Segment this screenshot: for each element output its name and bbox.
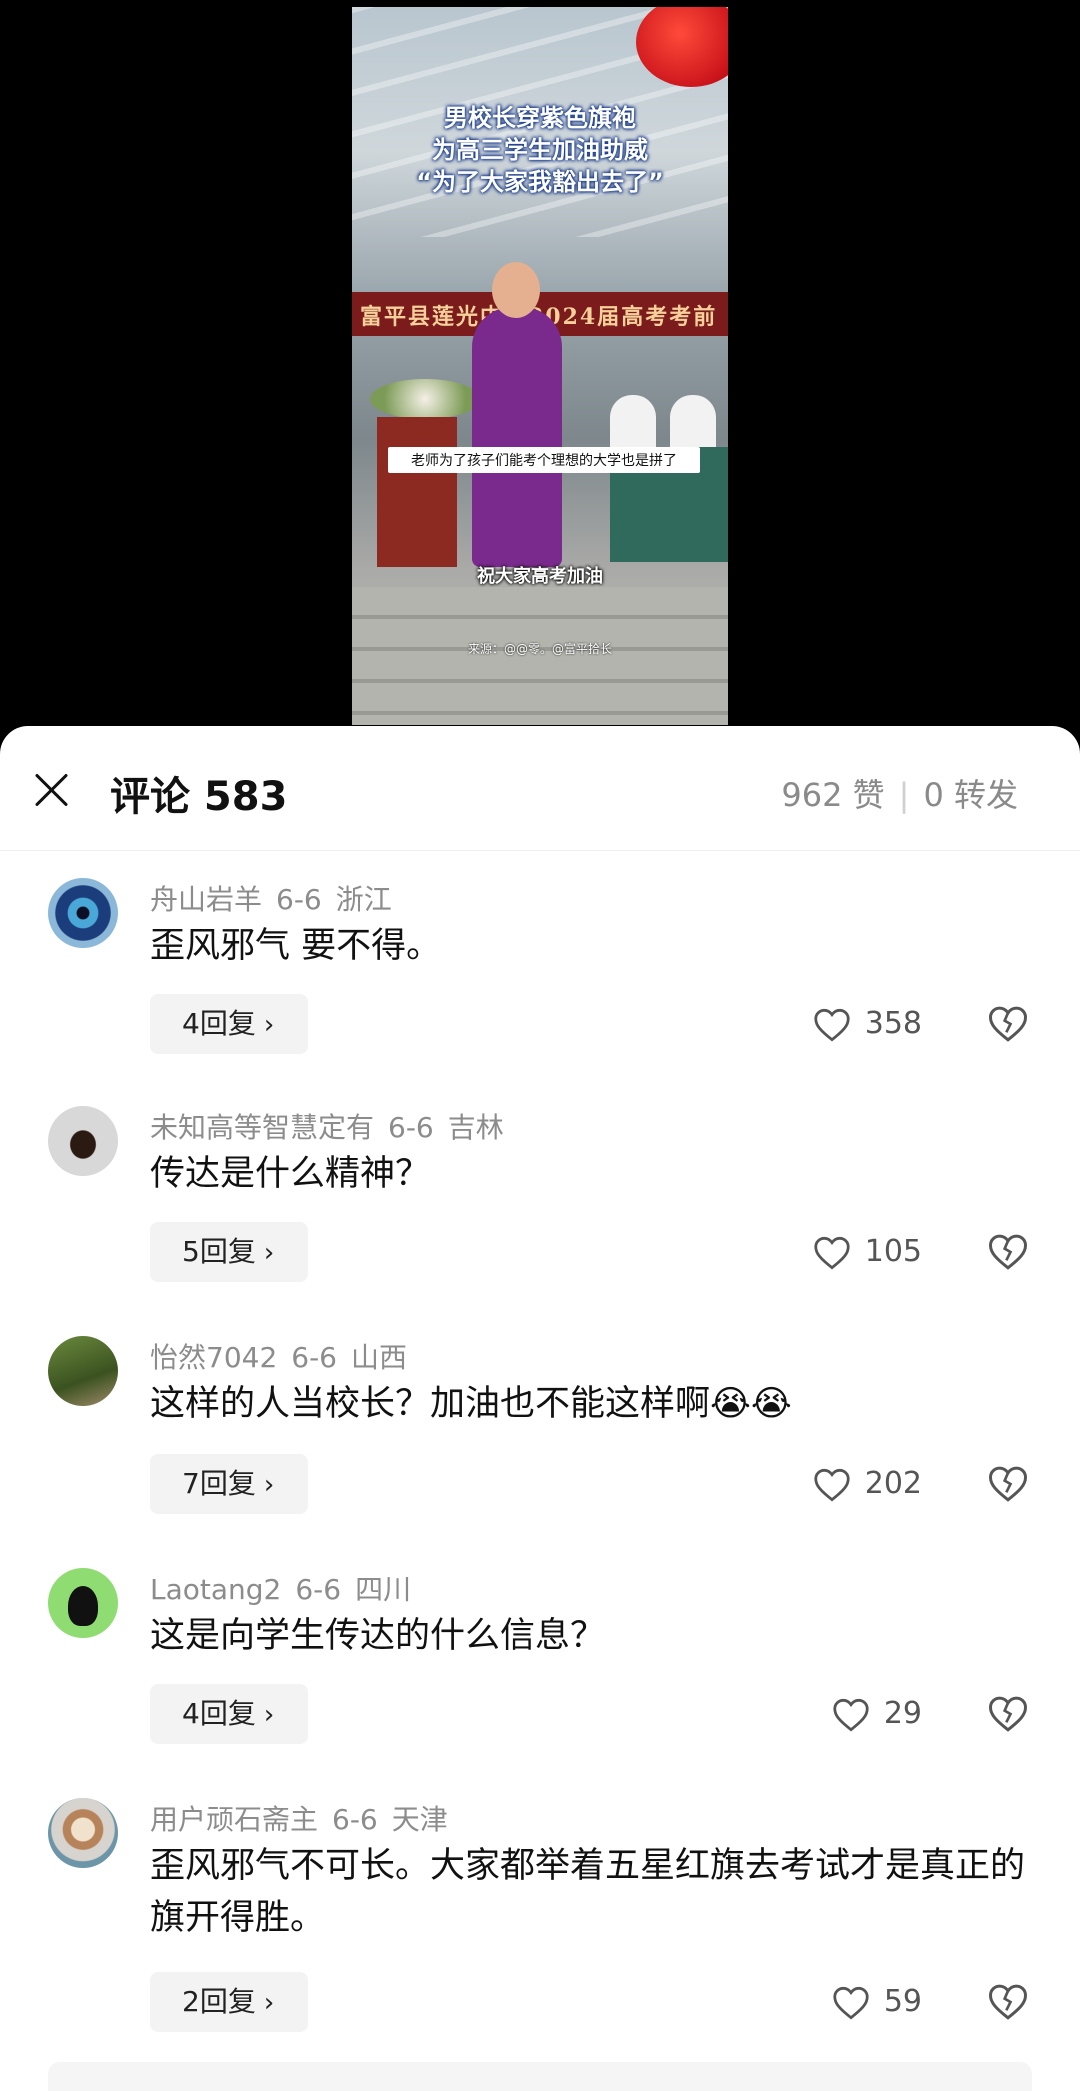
like-count: 202 xyxy=(864,1466,922,1501)
comment-location: 浙江 xyxy=(335,883,392,916)
likes-count: 962 赞 xyxy=(781,776,885,814)
comment-meta: 怡然7042 6-6 山西 xyxy=(150,1336,421,1376)
broken-heart-icon[interactable] xyxy=(988,1232,1028,1272)
chevron-right-icon: › xyxy=(263,1700,275,1730)
video-title-overlay: 男校长穿紫色旗袍 为高三学生加油助威 “为了大家我豁出去了” xyxy=(352,102,728,198)
principal-figure xyxy=(472,307,562,567)
comment-username[interactable]: 未知高等智慧定有 xyxy=(150,1111,374,1144)
like-button[interactable]: 29 xyxy=(832,1684,922,1744)
replies-label: 4回复 xyxy=(182,1007,256,1040)
shares-count: 0 转发 xyxy=(923,776,1018,814)
comments-header: 评论 583 962 赞 | 0 转发 xyxy=(0,726,1080,851)
video-source-credit: 来源：@@零。@富平拾长 xyxy=(467,642,612,656)
flower-arrangement xyxy=(370,379,480,419)
heart-icon xyxy=(814,1008,850,1041)
comment-item: Laotang2 6-6 四川 这是向学生传达的什么信息？ 4回复 › 29 xyxy=(0,1540,1080,1770)
heart-icon xyxy=(814,1468,850,1501)
comment-date: 6-6 xyxy=(388,1111,434,1144)
like-button[interactable]: 59 xyxy=(832,1972,922,2032)
like-button[interactable]: 202 xyxy=(813,1454,922,1514)
like-button[interactable]: 358 xyxy=(813,994,922,1054)
comment-meta: 舟山岩羊 6-6 浙江 xyxy=(150,878,406,918)
next-comment-peek xyxy=(48,2062,1032,2091)
comment-meta: Laotang2 6-6 四川 xyxy=(150,1568,425,1608)
like-count: 29 xyxy=(883,1696,922,1731)
avatar[interactable] xyxy=(48,1106,118,1176)
comment-username[interactable]: 用户顽石斋主 xyxy=(150,1803,318,1836)
view-replies-button[interactable]: 5回复 › xyxy=(150,1222,308,1282)
podium xyxy=(377,417,457,567)
broken-heart-icon[interactable] xyxy=(988,1464,1028,1504)
comment-meta: 用户顽石斋主 6-6 天津 xyxy=(150,1798,462,1838)
comment-item: 舟山岩羊 6-6 浙江 歪风邪气 要不得。 4回复 › 358 xyxy=(0,850,1080,1078)
video-player[interactable]: 富平县莲光中学2024届高考考前 男校长穿紫色旗袍 为高三学生加油助威 “为了大… xyxy=(0,0,1080,730)
comment-text: 传达是什么精神？ xyxy=(150,1154,431,1194)
comment-location: 吉林 xyxy=(447,1111,504,1144)
broken-heart-icon[interactable] xyxy=(988,1004,1028,1044)
replies-label: 2回复 xyxy=(182,1985,256,2018)
view-replies-button[interactable]: 2回复 › xyxy=(150,1972,308,2032)
avatar[interactable] xyxy=(48,878,118,948)
penguin-silhouette xyxy=(68,1586,98,1626)
comment-date: 6-6 xyxy=(332,1803,378,1836)
comment-item: 未知高等智慧定有 6-6 吉林 传达是什么精神？ 5回复 › 105 xyxy=(0,1078,1080,1308)
principal-head xyxy=(492,262,540,318)
post-stats: 962 赞 | 0 转发 xyxy=(781,770,1018,816)
comment-date: 6-6 xyxy=(276,883,322,916)
comment-item: 用户顽石斋主 6-6 天津 歪风邪气不可长。大家都举着五星红旗去考试才是真正的旗开得… xyxy=(0,1770,1080,2060)
avatar[interactable] xyxy=(48,1568,118,1638)
close-icon[interactable] xyxy=(28,766,76,814)
avatar[interactable] xyxy=(48,1336,118,1406)
comment-username[interactable]: 怡然7042 xyxy=(150,1341,277,1374)
comment-date: 6-6 xyxy=(291,1341,337,1374)
comment-text: 这是向学生传达的什么信息？ xyxy=(150,1616,606,1656)
video-title-line: 男校长穿紫色旗袍 xyxy=(444,104,636,132)
avatar[interactable] xyxy=(48,1798,118,1868)
view-replies-button[interactable]: 7回复 › xyxy=(150,1454,308,1514)
comment-username[interactable]: 舟山岩羊 xyxy=(150,883,262,916)
like-button[interactable]: 105 xyxy=(813,1222,922,1282)
heart-icon xyxy=(833,1986,869,2019)
comment-location: 四川 xyxy=(355,1573,412,1606)
comment-text: 歪风邪气不可长。大家都举着五星红旗去考试才是真正的旗开得胜。 xyxy=(150,1846,1026,1938)
comments-count-title: 评论 583 xyxy=(110,774,288,820)
chevron-right-icon: › xyxy=(263,1988,275,2018)
comment-location: 山西 xyxy=(351,1341,408,1374)
replies-label: 7回复 xyxy=(182,1467,256,1500)
comments-sheet: 评论 583 962 赞 | 0 转发 舟山岩羊 6-6 浙江 歪风邪气 要不得。 4回… xyxy=(0,726,1080,2091)
comment-location: 天津 xyxy=(391,1803,448,1836)
comment-date: 6-6 xyxy=(295,1573,342,1606)
seated-person xyxy=(610,395,656,451)
replies-label: 4回复 xyxy=(182,1697,256,1730)
video-subtitle: 祝大家高考加油 xyxy=(477,566,603,587)
chevron-right-icon: › xyxy=(263,1010,275,1040)
stats-separator: | xyxy=(898,776,910,814)
heart-icon xyxy=(833,1698,869,1731)
like-count: 358 xyxy=(864,1006,922,1041)
broken-heart-icon[interactable] xyxy=(988,1694,1028,1734)
broken-heart-icon[interactable] xyxy=(988,1982,1028,2022)
chevron-right-icon: › xyxy=(263,1238,275,1268)
video-title-line: “为了大家我豁出去了” xyxy=(416,168,664,196)
video-title-line: 为高三学生加油助威 xyxy=(432,136,648,164)
like-count: 105 xyxy=(864,1234,922,1269)
view-replies-button[interactable]: 4回复 › xyxy=(150,1684,308,1744)
seated-person xyxy=(670,395,716,451)
comment-item: 怡然7042 6-6 山西 这样的人当校长？加油也不能这样啊😭😭 7回复 › 202 xyxy=(0,1308,1080,1540)
video-caption: 老师为了孩子们能考个理想的大学也是拼了 xyxy=(388,447,700,473)
comment-text: 歪风邪气 要不得。 xyxy=(150,926,442,966)
chevron-right-icon: › xyxy=(263,1470,275,1500)
comment-username[interactable]: Laotang2 xyxy=(150,1573,281,1606)
view-replies-button[interactable]: 4回复 › xyxy=(150,994,308,1054)
replies-label: 5回复 xyxy=(182,1235,256,1268)
comment-meta: 未知高等智慧定有 6-6 吉林 xyxy=(150,1106,518,1146)
comment-text: 这样的人当校长？加油也不能这样啊😭😭 xyxy=(150,1384,792,1424)
like-count: 59 xyxy=(883,1984,922,2019)
video-frame[interactable]: 富平县莲光中学2024届高考考前 男校长穿紫色旗袍 为高三学生加油助威 “为了大… xyxy=(352,7,728,725)
heart-icon xyxy=(814,1236,850,1269)
